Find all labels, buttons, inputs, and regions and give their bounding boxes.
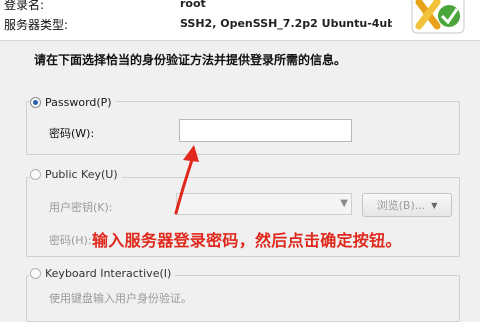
user-value: root (180, 0, 206, 10)
public-key-radio-option[interactable]: Public Key(U) (30, 166, 122, 182)
keyboard-interactive-radio-label: Keyboard Interactive(I) (45, 266, 172, 280)
keyboard-interactive-radio[interactable] (30, 267, 41, 279)
server-type-label: 服务器类型: (4, 18, 69, 32)
password-radio[interactable] (30, 96, 41, 108)
server-type-value: SSH2, OpenSSH_7.2p2 Ubuntu-4ubu (180, 17, 392, 30)
dropdown-arrow-icon: ▼ (431, 200, 438, 210)
browse-button[interactable]: 浏览(B)... ▼ (362, 193, 452, 217)
passphrase-label: 密码(H): (49, 234, 92, 247)
ssh-auth-dialog: 登录名: root 服务器类型: SSH2, OpenSSH_7.2p2 Ubu… (0, 0, 480, 322)
annotation-text: 输入服务器登录密码，然后点击确定按钮。 (92, 227, 402, 251)
keyboard-interactive-radio-option[interactable]: Keyboard Interactive(I) (30, 265, 176, 281)
user-key-label: 用户密钥(K): (49, 201, 113, 214)
password-field-label: 密码(W): (49, 127, 95, 140)
password-input[interactable] (179, 119, 352, 142)
browse-button-label: 浏览(B)... (376, 199, 426, 212)
password-radio-option[interactable]: Password(P) (30, 94, 116, 110)
password-radio-label: Password(P) (45, 95, 112, 109)
public-key-radio[interactable] (30, 168, 41, 180)
dialog-header: 登录名: root 服务器类型: SSH2, OpenSSH_7.2p2 Ubu… (0, 0, 480, 41)
public-key-radio-label: Public Key(U) (45, 167, 118, 181)
keyboard-interactive-description: 使用键盘输入用户身份验证。 (49, 292, 192, 305)
instruction-text: 请在下面选择恰当的身份验证方法并提供登录所需的信息。 (34, 53, 347, 67)
user-key-select[interactable]: ▼ (176, 193, 352, 215)
dropdown-arrow-icon: ▼ (340, 198, 348, 209)
user-label: 登录名: (4, 0, 45, 12)
xshell-logo-icon (411, 0, 465, 34)
